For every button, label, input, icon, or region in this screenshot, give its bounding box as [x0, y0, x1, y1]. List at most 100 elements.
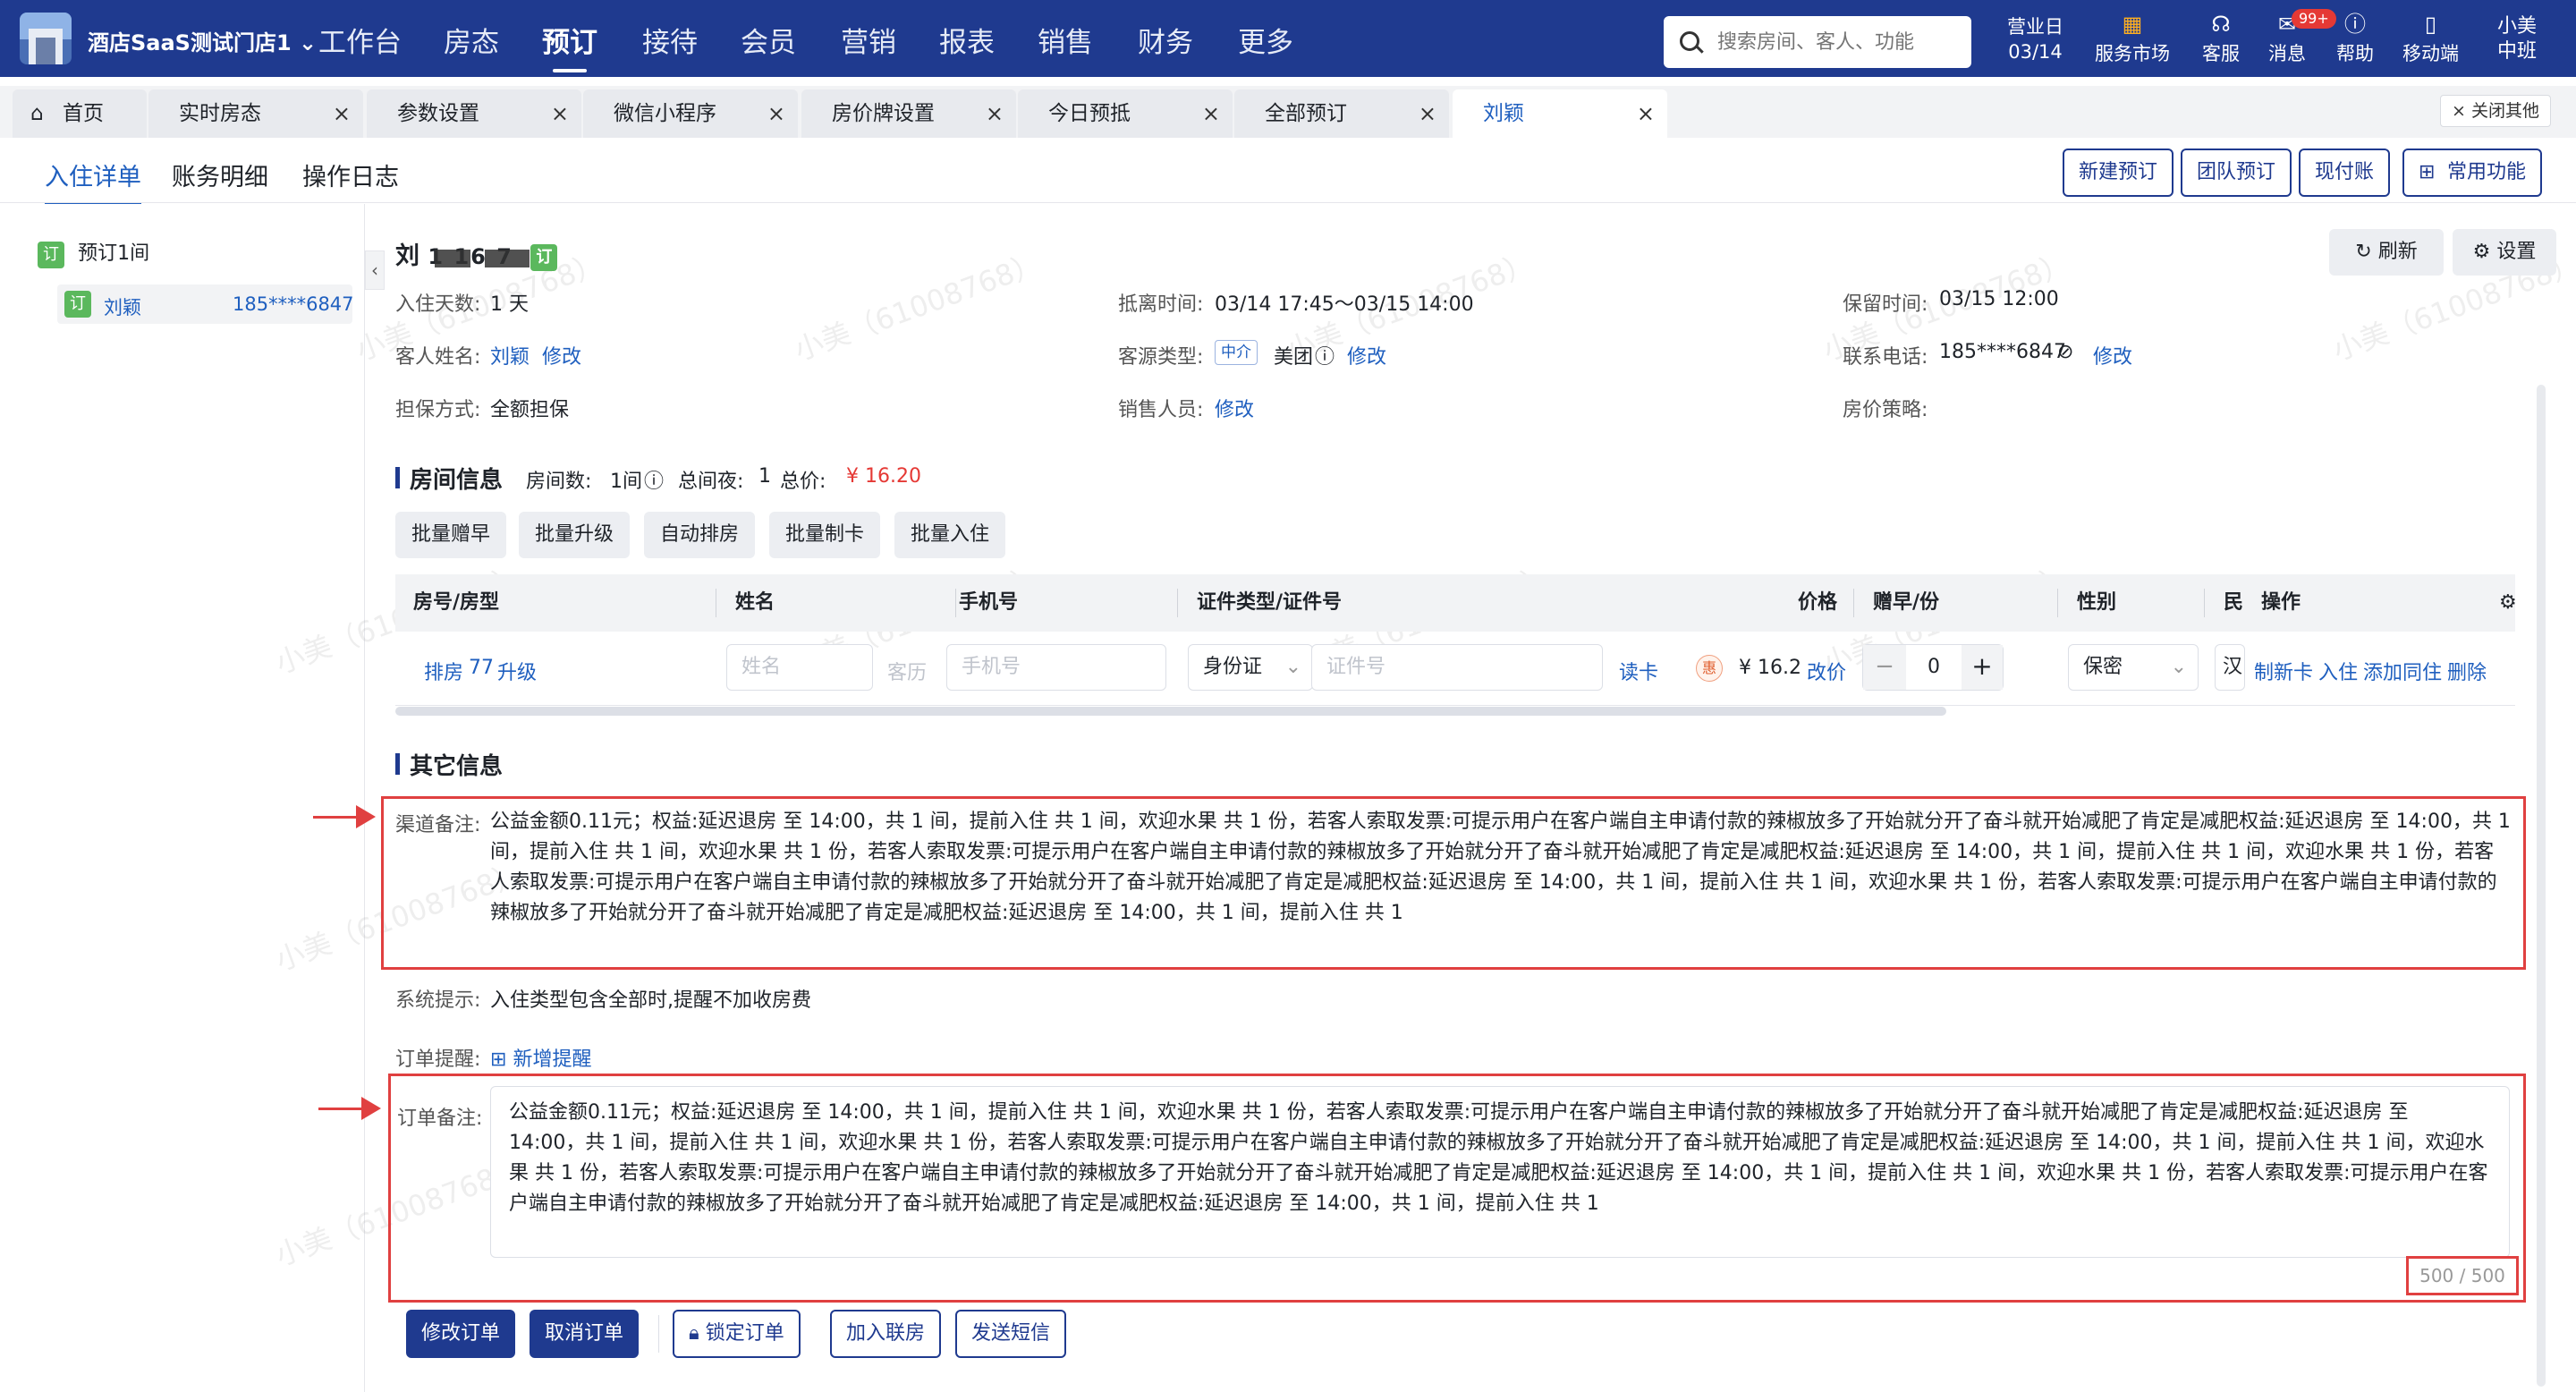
subtab-billing[interactable]: 账务明细	[172, 157, 268, 192]
nav-finance[interactable]: 财务	[1138, 20, 1193, 60]
join-linked-room-button[interactable]: 加入联房	[830, 1310, 942, 1358]
refresh-label: 刷新	[2377, 241, 2418, 263]
tab-realtime-status[interactable]: 实时房态 ×	[148, 89, 363, 138]
store-switcher[interactable]: 酒店SaaS测试门店1 ⌄	[88, 25, 317, 56]
tab-today-arrivals[interactable]: 今日预抵 ×	[1018, 89, 1233, 138]
cash-account-button[interactable]: 现付账	[2299, 149, 2391, 197]
id-type-select[interactable]: 身份证 ⌄	[1188, 644, 1313, 691]
nav-marketing[interactable]: 营销	[841, 20, 896, 60]
tab-home[interactable]: ⌂ 首页	[13, 89, 147, 138]
close-icon[interactable]: ×	[1202, 89, 1220, 138]
close-icon[interactable]: ×	[767, 89, 785, 138]
group-node[interactable]: 订 预订1间	[38, 237, 149, 268]
guest-name-label: 客人姓名:	[395, 346, 481, 369]
upgrade-link[interactable]: 升级	[497, 657, 537, 685]
order-remark-label: 订单备注:	[397, 1108, 483, 1130]
plus-button[interactable]: +	[1962, 645, 2003, 690]
nav-more[interactable]: 更多	[1238, 20, 1293, 60]
close-icon[interactable]: ×	[986, 89, 1004, 138]
edit-source-link[interactable]: 修改	[1347, 341, 1386, 369]
tab-wechat[interactable]: 微信小程序 ×	[583, 89, 798, 138]
lock-order-button[interactable]: 🔒︎ 锁定订单	[673, 1310, 801, 1358]
user-menu[interactable]: 小美 中班	[2497, 14, 2537, 64]
cancel-order-button[interactable]: 取消订单	[530, 1310, 640, 1358]
mobile-button[interactable]: ▯ 移动端	[2402, 13, 2459, 66]
change-price-link[interactable]: 改价	[1807, 657, 1846, 685]
auto-assign-button[interactable]: 自动排房	[644, 512, 756, 558]
order-remark-textarea[interactable]: 公益金额0.11元；权益:延迟退房 至 14:00，共 1 间，提前入住 共 1…	[490, 1086, 2510, 1258]
tab-liuying[interactable]: 刘颖 ×	[1453, 89, 1667, 138]
nav-workbench[interactable]: 工作台	[318, 20, 402, 60]
info-icon[interactable]: ⓘ	[1315, 341, 1335, 369]
settings-label: 设置	[2496, 241, 2537, 263]
delete-link[interactable]: 删除	[2447, 657, 2487, 685]
customer-service-button[interactable]: ☊ 客服	[2202, 13, 2240, 66]
nav-reception[interactable]: 接待	[642, 20, 698, 60]
send-sms-button[interactable]: 发送短信	[955, 1310, 1067, 1358]
service-market-button[interactable]: ▦ 服务市场	[2095, 13, 2170, 66]
nation-select[interactable]: 汉	[2215, 644, 2245, 691]
guest-header-masked: 1 16 7	[428, 242, 530, 270]
col-divider	[955, 589, 956, 617]
close-others-button[interactable]: × 关闭其他	[2440, 95, 2551, 127]
assign-room-link[interactable]: 排房	[424, 657, 463, 685]
room-count-value: 1间	[610, 471, 642, 493]
group-booking-button[interactable]: 团队预订	[2181, 149, 2292, 197]
messages-button[interactable]: ✉ 99+ 消息	[2268, 9, 2336, 66]
common-functions-button[interactable]: ⊞ 常用功能	[2402, 149, 2543, 197]
guest-node[interactable]: 订 刘颖 185****6847	[57, 284, 354, 324]
modify-order-button[interactable]: 修改订单	[406, 1310, 516, 1358]
close-icon[interactable]: ×	[551, 89, 569, 138]
read-card-link[interactable]: 读卡	[1619, 657, 1658, 685]
new-card-link[interactable]: 制新卡	[2254, 657, 2313, 685]
guest-history-link[interactable]: 客历	[887, 657, 927, 685]
batch-upgrade-button[interactable]: 批量升级	[519, 512, 631, 558]
stay-value: 03/14 17:45～03/15 14:00	[1215, 293, 1474, 316]
col-name: 姓名	[735, 591, 775, 614]
edit-guest-link[interactable]: 修改	[542, 341, 581, 369]
nav-reports[interactable]: 报表	[939, 20, 995, 60]
global-search[interactable]	[1664, 16, 1971, 68]
batch-breakfast-button[interactable]: 批量赠早	[395, 512, 507, 558]
guest-name-value[interactable]: 刘颖	[490, 341, 530, 369]
id-number-input[interactable]: 证件号	[1311, 644, 1603, 691]
checkin-link[interactable]: 入住	[2318, 657, 2358, 685]
edit-sales-link[interactable]: 修改	[1215, 394, 1254, 422]
help-button[interactable]: ⓘ 帮助	[2336, 13, 2374, 66]
phone-input[interactable]: 手机号	[946, 644, 1166, 691]
guest-name-input[interactable]: 姓名	[726, 644, 873, 691]
collapse-panel-button[interactable]: ‹	[365, 250, 385, 290]
room-number: 77	[469, 657, 494, 679]
table-settings-icon[interactable]: ⚙	[2499, 574, 2517, 632]
divider	[658, 1315, 659, 1353]
batch-checkin-button[interactable]: 批量入住	[894, 512, 1006, 558]
nav-booking[interactable]: 预订	[542, 20, 597, 72]
breakfast-count[interactable]: 0	[1906, 645, 1962, 690]
edit-phone-link[interactable]: 修改	[2093, 341, 2132, 369]
close-icon[interactable]: ×	[1419, 89, 1436, 138]
horizontal-scrollbar[interactable]	[395, 707, 1946, 716]
tab-price-board[interactable]: 房价牌设置 ×	[801, 89, 1016, 138]
annotation-arrow	[313, 805, 376, 828]
vertical-scrollbar[interactable]	[2537, 385, 2546, 1387]
gender-select[interactable]: 保密 ⌄	[2068, 644, 2199, 691]
settings-button[interactable]: ⚙ 设置	[2453, 229, 2556, 276]
refresh-button[interactable]: ↻ 刷新	[2329, 229, 2444, 276]
minus-button[interactable]: −	[1863, 645, 1906, 690]
tab-params[interactable]: 参数设置 ×	[367, 89, 581, 138]
add-cohabitant-link[interactable]: 添加同住	[2363, 657, 2442, 685]
nav-member[interactable]: 会员	[741, 20, 796, 60]
subtab-operation-log[interactable]: 操作日志	[302, 157, 399, 192]
new-booking-button[interactable]: 新建预订	[2063, 149, 2174, 197]
search-input[interactable]	[1716, 27, 1957, 57]
close-icon[interactable]: ×	[1637, 89, 1655, 138]
subtab-checkin-details[interactable]: 入住详单	[45, 157, 141, 207]
add-reminder-button[interactable]: ⊞ 新增提醒	[490, 1043, 591, 1072]
batch-card-button[interactable]: 批量制卡	[769, 512, 881, 558]
nav-sales[interactable]: 销售	[1038, 20, 1093, 60]
tab-all-bookings[interactable]: 全部预订 ×	[1234, 89, 1449, 138]
nav-room-status[interactable]: 房态	[444, 20, 499, 60]
eye-off-icon[interactable]: ⊘	[2057, 341, 2073, 363]
chevron-left-icon: ‹	[371, 259, 378, 281]
close-icon[interactable]: ×	[333, 89, 351, 138]
